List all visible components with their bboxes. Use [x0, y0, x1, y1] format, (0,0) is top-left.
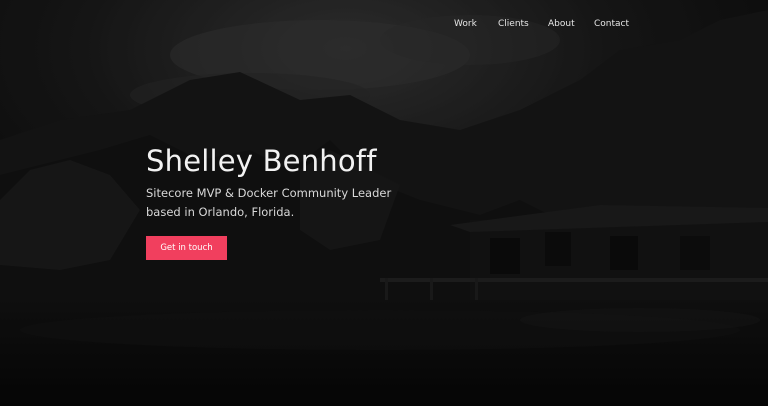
hero-section: Work Clients About Contact Shelley Benho… [0, 0, 768, 406]
nav-item-contact[interactable]: Contact [594, 17, 629, 31]
hero-subtitle: Sitecore MVP & Docker Community Leader b… [146, 186, 392, 219]
nav-item-about[interactable]: About [548, 17, 575, 31]
get-in-touch-button[interactable]: Get in touch [146, 236, 227, 260]
nav-item-clients[interactable]: Clients [498, 17, 529, 31]
nav-item-work[interactable]: Work [454, 17, 477, 31]
main-navigation: Work Clients About Contact [0, 17, 768, 31]
hero-title: Shelley Benhoff [146, 144, 377, 178]
hero-content: Shelley Benhoff Sitecore MVP & Docker Co… [146, 142, 466, 260]
